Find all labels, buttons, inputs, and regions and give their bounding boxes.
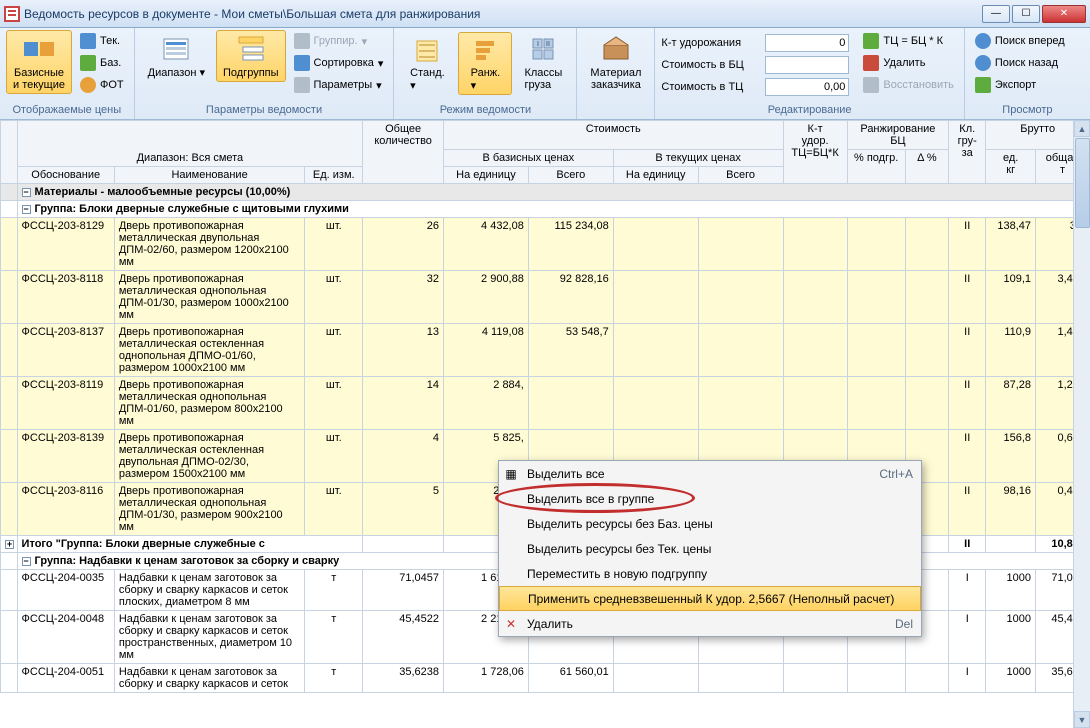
- ctx-move[interactable]: Переместить в новую подгруппу: [499, 561, 921, 586]
- range-button[interactable]: Диапазон ▾: [141, 30, 212, 82]
- svg-text:I: I: [537, 41, 539, 48]
- tek-button[interactable]: Тек.: [76, 30, 128, 52]
- table-row[interactable]: ФССЦ-203-8118Дверь противопожарная метал…: [1, 271, 1090, 324]
- cost-header[interactable]: Стоимость: [443, 121, 783, 150]
- group-label: Редактирование: [661, 103, 957, 119]
- group-label: Параметры ведомости: [141, 103, 388, 119]
- window-title: Ведомость ресурсов в документе - Мои сме…: [24, 7, 982, 21]
- k-input[interactable]: [765, 34, 849, 52]
- k-header[interactable]: К-т удор. ТЦ=БЦ*К: [783, 121, 847, 184]
- materials-band[interactable]: −Материалы - малообъемные ресурсы (10,00…: [1, 184, 1090, 201]
- expand-icon[interactable]: +: [5, 540, 14, 549]
- bc-input[interactable]: [765, 56, 849, 74]
- search-icon: [975, 55, 991, 71]
- ctx-select-all[interactable]: ▦Выделить всеCtrl+A: [499, 461, 921, 486]
- square-icon: [80, 55, 96, 71]
- svg-text:II: II: [546, 41, 550, 48]
- bc-label: Стоимость в БЦ: [661, 59, 759, 71]
- k-label: К-т удорожания: [661, 37, 759, 49]
- context-menu: ▦Выделить всеCtrl+A Выделить все в групп…: [498, 460, 922, 637]
- search-back-button[interactable]: Поиск назад: [971, 52, 1069, 74]
- export-icon: [975, 77, 991, 93]
- params-button[interactable]: Параметры ▾: [290, 74, 388, 96]
- maximize-button[interactable]: ☐: [1012, 5, 1040, 23]
- formula-button[interactable]: ТЦ = БЦ * К: [859, 30, 957, 52]
- prices-base-current-button[interactable]: Базисные и текущие: [6, 30, 72, 94]
- tc-input[interactable]: [765, 78, 849, 96]
- cargo-class-button[interactable]: III Классы груза: [516, 32, 570, 94]
- group-header[interactable]: −Группа: Блоки дверные служебные с щитов…: [1, 201, 1090, 218]
- delete-icon: [863, 55, 879, 71]
- ctx-apply-k[interactable]: Применить средневзвешенный К удор. 2,566…: [499, 586, 921, 611]
- group-label: Просмотр: [971, 103, 1084, 119]
- ctx-select-group[interactable]: Выделить все в группе: [499, 486, 921, 511]
- scroll-thumb[interactable]: [1075, 138, 1090, 228]
- table-row[interactable]: ФССЦ-203-8119Дверь противопожарная метал…: [1, 377, 1090, 430]
- range-header: Диапазон: Вся смета: [17, 121, 363, 167]
- sort-icon: [294, 55, 310, 71]
- group-label: Режим ведомости: [400, 103, 570, 119]
- group-button[interactable]: Группир. ▾: [290, 30, 388, 52]
- close-button[interactable]: ✕: [1042, 5, 1086, 23]
- vertical-scrollbar[interactable]: ▲ ▼: [1073, 120, 1090, 728]
- table-row[interactable]: ФССЦ-203-8137Дверь противопожарная метал…: [1, 324, 1090, 377]
- class-header[interactable]: Кл. гру- за: [949, 121, 986, 184]
- baz-button[interactable]: Баз.: [76, 52, 128, 74]
- ctx-select-no-tek[interactable]: Выделить ресурсы без Тек. цены: [499, 536, 921, 561]
- export-button[interactable]: Экспорт: [971, 74, 1069, 96]
- ribbon: Базисные и текущие Тек. Баз. ФОТ Отображ…: [0, 28, 1090, 120]
- titlebar: Ведомость ресурсов в документе - Мои сме…: [0, 0, 1090, 28]
- qty-header[interactable]: Общее количество: [363, 121, 444, 184]
- collapse-icon[interactable]: −: [22, 188, 31, 197]
- collapse-icon[interactable]: −: [22, 205, 31, 214]
- tc-label: Стоимость в ТЦ: [661, 81, 759, 93]
- subgroups-button[interactable]: Подгруппы: [216, 30, 286, 82]
- grid: Диапазон: Вся смета Общее количество Сто…: [0, 120, 1090, 728]
- scroll-up-button[interactable]: ▲: [1074, 120, 1090, 137]
- customer-material-button[interactable]: Материал заказчика: [583, 30, 648, 94]
- formula-icon: [863, 33, 879, 49]
- fot-button[interactable]: ФОТ: [76, 74, 128, 96]
- table-row[interactable]: ФССЦ-204-0051Надбавки к ценам заготовок …: [1, 664, 1090, 693]
- ctx-select-no-baz[interactable]: Выделить ресурсы без Баз. цены: [499, 511, 921, 536]
- search-icon: [975, 33, 991, 49]
- circle-icon: [80, 77, 96, 93]
- select-all-icon: ▦: [499, 467, 523, 481]
- delete-button[interactable]: Удалить: [859, 52, 957, 74]
- table-row[interactable]: ФССЦ-203-8129Дверь противопожарная метал…: [1, 218, 1090, 271]
- params-icon: [294, 77, 310, 93]
- sort-button[interactable]: Сортировка ▾: [290, 52, 388, 74]
- rank-header[interactable]: Ранжирование БЦ: [847, 121, 948, 150]
- scroll-down-button[interactable]: ▼: [1074, 711, 1090, 728]
- delete-icon: ✕: [499, 617, 523, 631]
- std-mode-button[interactable]: Станд.▾: [400, 32, 454, 95]
- collapse-icon[interactable]: −: [22, 557, 31, 566]
- minimize-button[interactable]: —: [982, 5, 1010, 23]
- app-icon: [4, 6, 20, 22]
- square-icon: [80, 33, 96, 49]
- restore-icon: [863, 77, 879, 93]
- group-label: Отображаемые цены: [6, 103, 128, 119]
- restore-button[interactable]: Восстановить: [859, 74, 957, 96]
- rank-mode-button[interactable]: Ранж.▾: [458, 32, 512, 95]
- group-icon: [294, 33, 310, 49]
- search-forward-button[interactable]: Поиск вперед: [971, 30, 1069, 52]
- ctx-delete[interactable]: ✕УдалитьDel: [499, 611, 921, 636]
